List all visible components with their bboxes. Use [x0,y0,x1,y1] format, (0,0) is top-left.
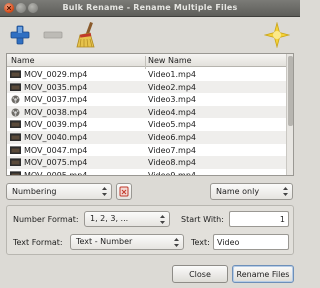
star-icon [264,22,290,48]
text-format-label: Text Format: [13,238,63,247]
list-item[interactable]: MOV_0038.mp4 Video4.mp4 [7,105,287,119]
file-name: MOV_0029.mp4 [24,70,88,79]
file-new-name: Video7.mp4 [148,145,197,155]
clear-icon [119,186,129,197]
vertical-scrollbar[interactable] [286,54,293,175]
number-format-select[interactable]: 1, 2, 3, ... [84,211,170,227]
file-new-name: Video9.mp4 [148,170,197,176]
column-header-name[interactable]: Name [11,56,35,65]
video-reel-icon [11,108,20,117]
list-item[interactable]: MOV_0047.mp4 Video7.mp4 [7,144,287,157]
add-files-button[interactable] [5,20,35,50]
file-list[interactable]: Name New Name MOV_0029.mp4 Video1.mp4 MOV_… [6,53,294,176]
rename-files-button[interactable]: Rename Files [232,265,294,283]
file-new-name: Video5.mp4 [148,120,197,130]
video-file-icon [10,133,21,141]
file-new-name: Video2.mp4 [148,82,197,92]
number-format-value: 1, 2, 3, ... [90,214,129,223]
file-name: MOV_0075.mp4 [24,158,88,168]
about-button[interactable] [262,20,292,50]
video-file-icon [10,120,21,129]
text-label: Text: [191,238,210,247]
file-new-name: Video4.mp4 [148,107,197,117]
file-name: MOV_0039.mp4 [24,120,88,130]
list-item[interactable]: MOV_0035.mp4 Video2.mp4 [7,80,287,94]
text-format-value: Text - Number [76,237,133,246]
list-header: Name New Name [7,54,287,69]
toolbar [0,17,300,52]
text-format-select[interactable]: Text - Number [70,234,184,250]
video-file-icon [10,145,21,154]
video-file-icon [10,82,21,91]
updown-arrows-icon [102,187,107,196]
broom-icon [76,22,95,48]
title-bar: Bulk Rename - Rename Multiple Files [0,0,300,17]
updown-arrows-icon [174,238,179,247]
file-new-name: Video8.mp4 [148,158,197,168]
numbering-options: Number Format: 1, 2, 3, ... Start With: … [6,205,294,255]
rename-scope-select[interactable]: Name only [210,183,293,200]
start-with-input[interactable] [229,211,289,227]
window-title: Bulk Rename - Rename Multiple Files [62,3,238,12]
text-input[interactable] [213,234,289,250]
scrollbar-thumb[interactable] [288,56,293,126]
file-name: MOV_0040.mp4 [24,133,88,142]
add-icon [10,25,30,45]
video-reel-icon [11,95,20,104]
mode-settings-button[interactable] [116,183,132,200]
list-item[interactable]: MOV_0039.mp4 Video5.mp4 [7,118,287,131]
remove-icon [43,31,63,39]
updown-arrows-icon [283,187,288,196]
video-file-icon [10,70,21,78]
file-name: MOV_0035.mp4 [24,82,88,92]
file-new-name: Video1.mp4 [148,70,197,79]
updown-arrows-icon [160,215,165,224]
list-item[interactable]: MOV_0037.mp4 Video3.mp4 [7,93,287,106]
file-new-name: Video3.mp4 [148,95,197,105]
file-name: MOV_0047.mp4 [24,145,88,155]
clear-list-button[interactable] [72,20,102,50]
rename-scope-value: Name only [216,187,260,196]
start-with-field[interactable] [233,214,285,225]
file-name: MOV_0095.mp4 [24,170,88,176]
column-header-new-name[interactable]: New Name [148,56,192,65]
list-item[interactable]: MOV_0095.mp4 Video9.mp4 [7,169,287,176]
video-file-icon [10,170,21,175]
start-with-label: Start With: [181,215,224,224]
list-item[interactable]: MOV_0075.mp4 Video8.mp4 [7,156,287,169]
close-button[interactable]: Close [172,265,228,283]
list-item[interactable]: MOV_0029.mp4 Video1.mp4 [7,68,287,81]
number-format-label: Number Format: [13,215,79,224]
file-name: MOV_0037.mp4 [24,95,88,105]
remove-files-button[interactable] [38,20,68,50]
file-new-name: Video6.mp4 [148,133,197,142]
file-name: MOV_0038.mp4 [24,107,88,117]
text-field[interactable] [217,237,285,248]
rename-mode-select[interactable]: Numbering [6,183,112,200]
rename-mode-value: Numbering [12,187,57,196]
video-file-icon [10,158,21,167]
list-item[interactable]: MOV_0040.mp4 Video6.mp4 [7,131,287,144]
